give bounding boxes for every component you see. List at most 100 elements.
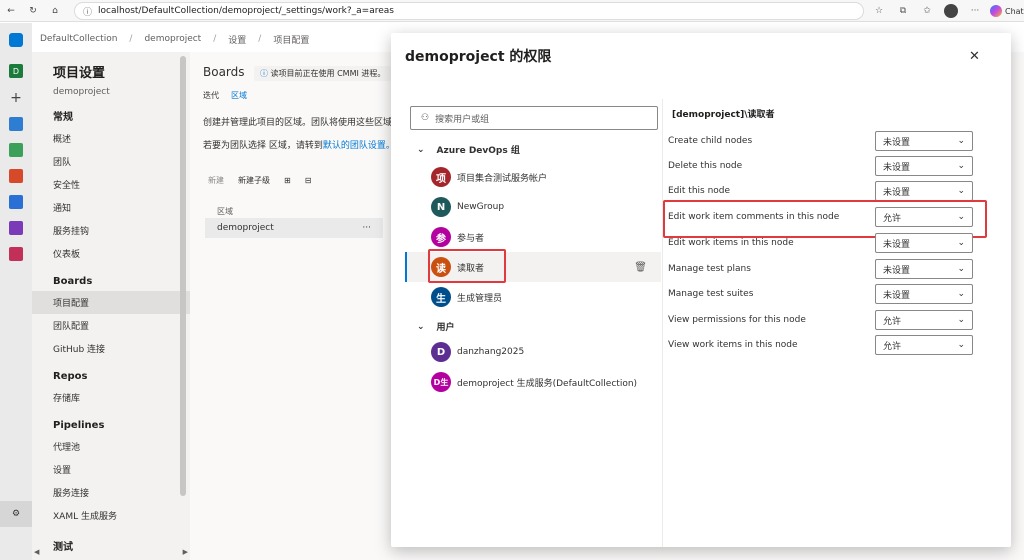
sidebar-item-dashboards[interactable]: 仪表板: [32, 242, 190, 265]
delete-icon[interactable]: 🗑: [634, 262, 647, 273]
sidebar-section-pipelines: Pipelines: [53, 420, 105, 431]
avatar: 参: [431, 227, 451, 247]
sidebar-item-xaml-build-services[interactable]: XAML 生成服务: [32, 504, 190, 527]
browser-toolbar: ← ↻ ⌂ ⓘ localhost/DefaultCollection/demo…: [0, 0, 1024, 22]
permission-label: View work items in this node: [668, 340, 798, 350]
favorite-star-icon[interactable]: ☆: [870, 2, 888, 20]
column-header-area: 区域: [217, 207, 233, 216]
description-line-2: 若要为团队选择 区域，请转到默认的团队设置。: [203, 138, 395, 151]
description-prefix: 若要为团队选择 区域，请转到: [203, 141, 323, 151]
avatar: D: [431, 342, 451, 362]
boards-icon[interactable]: [0, 137, 32, 163]
breadcrumb-collection[interactable]: DefaultCollection: [40, 34, 117, 44]
permission-label: Manage test plans: [668, 264, 751, 274]
add-icon[interactable]: +: [0, 85, 32, 111]
permission-dropdown[interactable]: 未设置 ⌄: [875, 259, 973, 279]
identity-item[interactable]: N NewGroup: [405, 192, 661, 222]
test-plans-icon[interactable]: [0, 215, 32, 241]
address-bar[interactable]: ⓘ localhost/DefaultCollection/demoprojec…: [74, 2, 864, 20]
identity-item[interactable]: 项 项目集合测试服务帐户: [405, 162, 661, 192]
permission-dropdown[interactable]: 未设置 ⌄: [875, 233, 973, 253]
breadcrumb-current[interactable]: 项目配置: [273, 33, 309, 46]
info-icon: ⓘ: [260, 69, 268, 78]
project-settings-gear-icon[interactable]: ⚙: [0, 501, 32, 527]
sidebar-item-service-connections[interactable]: 服务连接: [32, 481, 190, 504]
chat-button[interactable]: Chat: [990, 5, 1024, 17]
tab-iterations[interactable]: 迭代: [203, 90, 219, 101]
azure-devops-logo-icon[interactable]: [0, 23, 32, 57]
permission-dropdown[interactable]: 未设置 ⌄: [875, 181, 973, 201]
identity-item[interactable]: D生 demoproject 生成服务(DefaultCollection): [405, 367, 661, 397]
permission-dropdown[interactable]: 允许 ⌄: [875, 335, 973, 355]
overview-icon[interactable]: [0, 111, 32, 137]
search-placeholder: 搜索用户或组: [435, 114, 490, 125]
permissions-dialog: demoproject 的权限 ✕ ⚇ 搜索用户或组 ⌄ Azure DevOp…: [391, 33, 1011, 547]
refresh-icon[interactable]: ↻: [22, 0, 44, 22]
close-icon[interactable]: ✕: [969, 49, 980, 64]
permission-value: 未设置: [883, 265, 911, 276]
extensions-icon[interactable]: ⧉: [894, 2, 912, 20]
profile-avatar[interactable]: [942, 2, 960, 20]
identity-item[interactable]: 生 生成管理员: [405, 282, 661, 312]
permission-value: 未设置: [883, 137, 911, 148]
breadcrumb-separator: /: [258, 34, 262, 44]
permissions-heading: [demoproject]\读取者: [672, 110, 775, 120]
chevron-down-icon: ⌄: [417, 321, 425, 332]
permission-dropdown[interactable]: 允许 ⌄: [875, 310, 973, 330]
scroll-right-icon[interactable]: ▶: [183, 548, 188, 556]
sidebar-scrollbar[interactable]: [180, 56, 186, 496]
sidebar-item-team-configuration[interactable]: 团队配置: [32, 314, 190, 337]
areas-toolbar: 新建 新建子级 ⊞ ⊟: [208, 175, 311, 186]
expand-all-icon[interactable]: ⊞: [284, 176, 291, 185]
sidebar-item-security[interactable]: 安全性: [32, 173, 190, 196]
breadcrumb-separator: /: [213, 34, 217, 44]
info-icon: ⓘ: [83, 7, 93, 18]
artifacts-icon[interactable]: [0, 241, 32, 267]
favorites-icon[interactable]: ✩: [918, 2, 936, 20]
new-child-button[interactable]: 新建子级: [238, 175, 270, 186]
sidebar-item-overview[interactable]: 概述: [32, 127, 190, 150]
breadcrumb-project[interactable]: demoproject: [144, 34, 201, 44]
sidebar-item-repositories[interactable]: 存储库: [32, 386, 190, 409]
identity-name: 参与者: [457, 233, 485, 244]
scroll-left-icon[interactable]: ◀: [34, 548, 39, 556]
sidebar-section-general: 常规: [53, 112, 73, 123]
identity-item[interactable]: 参 参与者: [405, 222, 661, 252]
sidebar-item-agent-pools[interactable]: 代理池: [32, 435, 190, 458]
app-rail: D + ⚙: [0, 23, 32, 560]
breadcrumb-settings[interactable]: 设置: [228, 33, 246, 46]
sidebar-horizontal-scrollbar[interactable]: ◀ ▶: [32, 548, 190, 556]
repos-icon[interactable]: [0, 163, 32, 189]
sidebar-item-teams[interactable]: 团队: [32, 150, 190, 173]
pipelines-icon[interactable]: [0, 189, 32, 215]
chevron-down-icon: ⌄: [957, 238, 965, 248]
permission-dropdown[interactable]: 未设置 ⌄: [875, 131, 973, 151]
back-icon[interactable]: ←: [0, 0, 22, 22]
tab-areas[interactable]: 区域: [231, 90, 247, 101]
sidebar-item-service-hooks[interactable]: 服务挂钩: [32, 219, 190, 242]
sidebar-item-notifications[interactable]: 通知: [32, 196, 190, 219]
more-actions-icon[interactable]: ···: [362, 223, 371, 233]
sidebar-item-github-connections[interactable]: GitHub 连接: [32, 337, 190, 360]
sidebar-item-project-configuration[interactable]: 项目配置: [32, 291, 190, 314]
table-row[interactable]: demoproject ···: [205, 218, 383, 238]
home-icon[interactable]: ⌂: [44, 0, 66, 22]
groups-heading[interactable]: ⌄ Azure DevOps 组: [417, 143, 520, 157]
more-icon[interactable]: ···: [966, 2, 984, 20]
permission-value: 允许: [883, 341, 902, 352]
permission-dropdown[interactable]: 未设置 ⌄: [875, 284, 973, 304]
search-input[interactable]: ⚇ 搜索用户或组: [410, 106, 658, 130]
sidebar-item-pipeline-settings[interactable]: 设置: [32, 458, 190, 481]
new-button[interactable]: 新建: [208, 175, 224, 186]
chevron-down-icon: ⌄: [957, 289, 965, 299]
users-heading[interactable]: ⌄ 用户: [417, 320, 455, 334]
permission-row: View permissions for this node 允许 ⌄: [668, 309, 978, 331]
identity-item[interactable]: D danzhang2025: [405, 337, 661, 367]
default-team-settings-link[interactable]: 默认的团队设置。: [323, 141, 395, 151]
users-heading-label: 用户: [436, 323, 455, 333]
collapse-all-icon[interactable]: ⊟: [305, 176, 312, 185]
permission-value: 未设置: [883, 187, 911, 198]
org-avatar[interactable]: D: [0, 57, 32, 85]
permission-label: Edit this node: [668, 186, 731, 196]
permission-dropdown[interactable]: 未设置 ⌄: [875, 156, 973, 176]
